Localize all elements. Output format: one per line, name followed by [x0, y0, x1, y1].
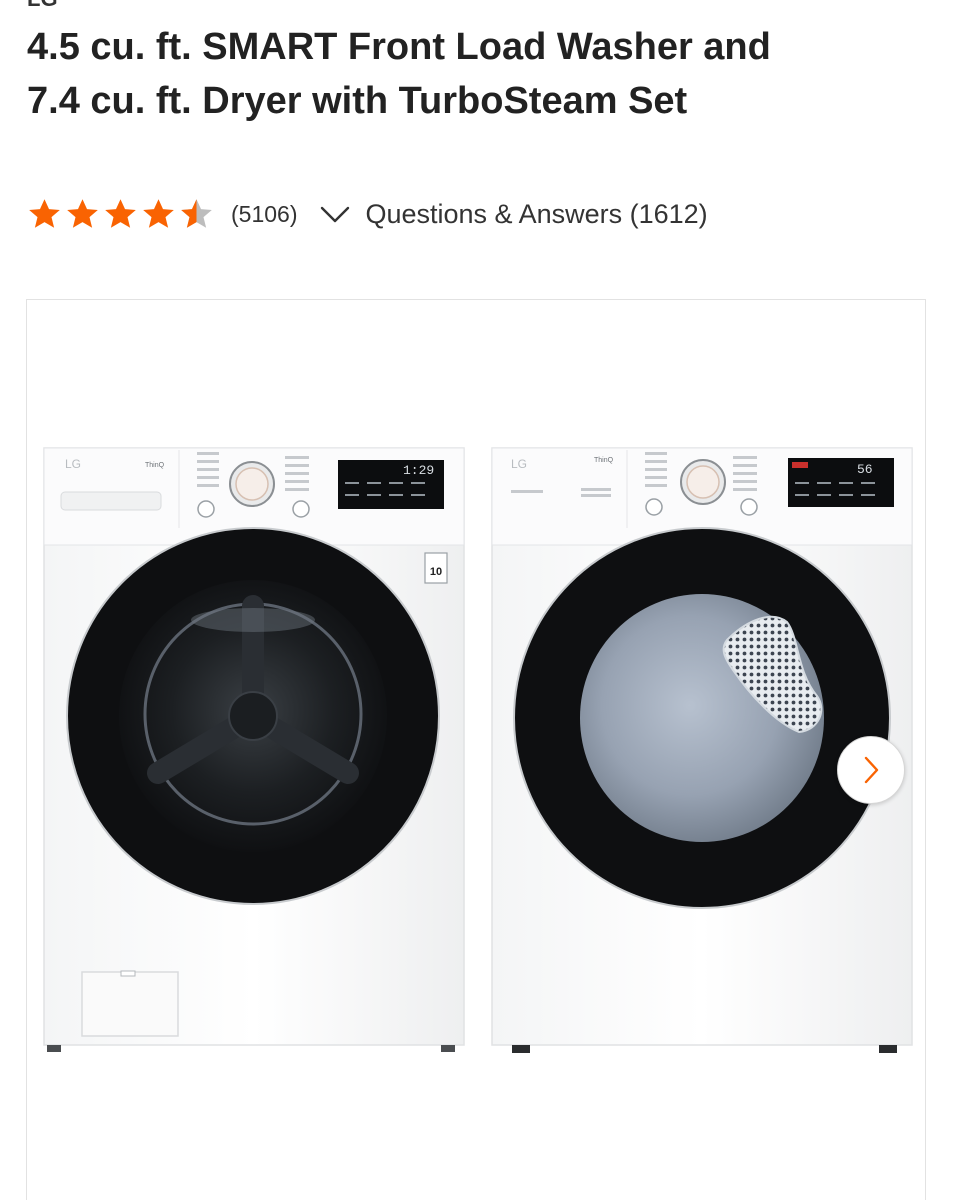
svg-text:10: 10 — [430, 566, 442, 578]
product-title: 4.5 cu. ft. SMART Front Load Washer and … — [27, 26, 771, 122]
svg-text:LG: LG — [65, 457, 81, 471]
product-image-gallery: LG ThinQ 1:29 10 LG ThinQ 56 — [26, 299, 926, 1200]
star-icon — [29, 198, 60, 228]
brand-name[interactable]: LG — [27, 0, 58, 12]
svg-text:1:29: 1:29 — [403, 463, 434, 478]
svg-text:LG: LG — [511, 457, 527, 471]
rating-row: (5106) Questions & Answers (1612) — [27, 194, 708, 234]
washer-illustration: LG ThinQ 1:29 10 — [43, 447, 465, 1052]
chevron-right-icon — [864, 756, 879, 784]
star-icon — [105, 198, 136, 228]
chevron-down-icon[interactable] — [319, 198, 351, 230]
star-icon — [67, 198, 98, 228]
half-star-icon — [181, 198, 212, 228]
questions-answers-link[interactable]: Questions & Answers (1612) — [365, 199, 707, 230]
product-page: LG 4.5 cu. ft. SMART Front Load Washer a… — [0, 0, 954, 1200]
next-image-button[interactable] — [837, 736, 905, 804]
svg-text:ThinQ: ThinQ — [145, 462, 165, 469]
product-image[interactable]: LG ThinQ 1:29 10 LG ThinQ 56 — [27, 300, 927, 1200]
svg-text:56: 56 — [857, 462, 873, 477]
star-icon — [143, 198, 174, 228]
review-count[interactable]: (5106) — [231, 201, 297, 228]
svg-text:ThinQ: ThinQ — [594, 457, 614, 464]
star-rating[interactable] — [27, 197, 214, 232]
